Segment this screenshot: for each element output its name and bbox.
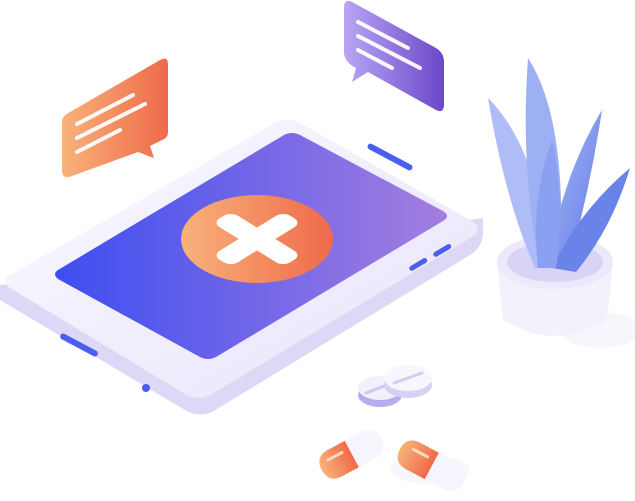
chat-bubble-purple [344, 0, 444, 112]
potted-plant [488, 58, 630, 336]
medical-cross-icon [181, 195, 333, 283]
medical-app-illustration [0, 0, 635, 501]
plant-leaves [488, 58, 630, 272]
capsule-pills [319, 430, 466, 491]
chat-bubble-orange [62, 58, 168, 178]
illustration-svg [0, 0, 635, 491]
capsule-left [319, 430, 384, 479]
tablet-front [384, 365, 432, 398]
pill-tablets [358, 365, 432, 407]
capsule-right [397, 440, 466, 491]
phone-mic-hole [142, 384, 150, 392]
